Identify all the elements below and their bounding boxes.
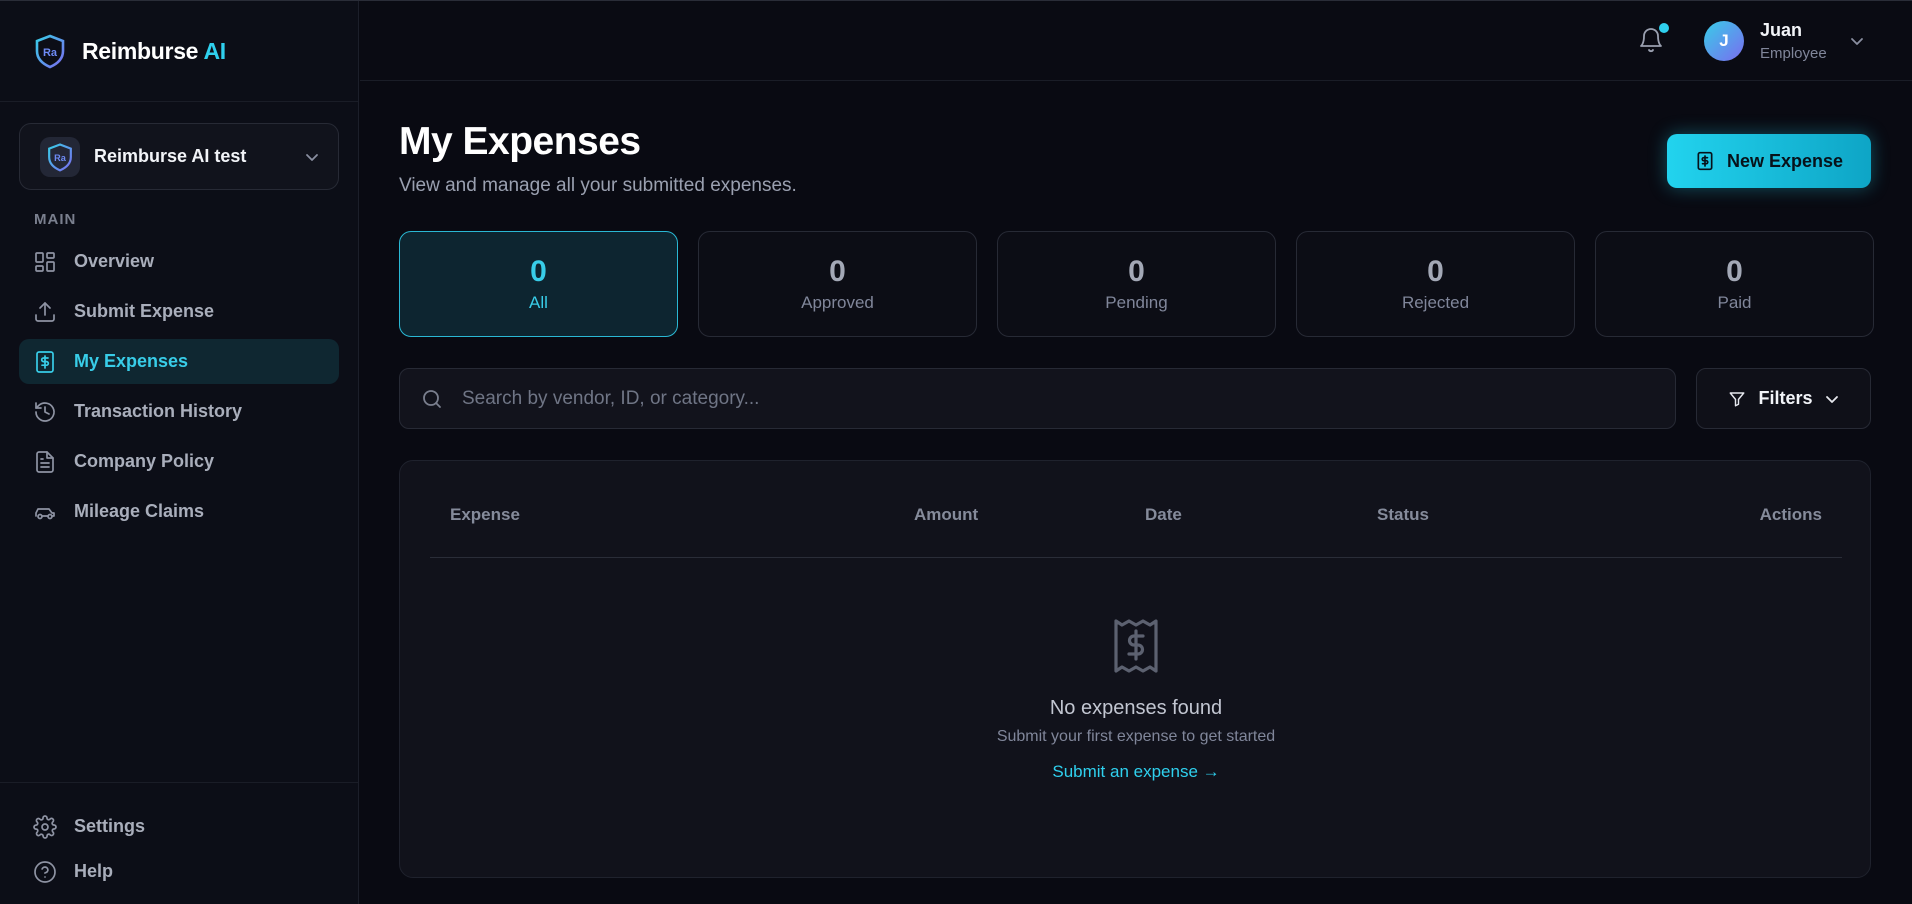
sidebar-item-label: Help bbox=[74, 861, 114, 881]
stat-label: Pending bbox=[1105, 293, 1168, 312]
chevron-down-icon[interactable] bbox=[1850, 34, 1864, 48]
sidebar-item-help[interactable]: Help bbox=[19, 849, 339, 894]
sidebar-item-label: Mileage Claims bbox=[74, 501, 205, 521]
main-nav: Overview Submit Expense My Expenses Tran… bbox=[19, 239, 339, 539]
column-header-date[interactable]: Date bbox=[1145, 505, 1182, 525]
car-icon bbox=[33, 500, 57, 524]
sidebar: Ra Reimburse AI Ra Reimburse AI test MAI… bbox=[0, 1, 359, 904]
chevron-down-icon bbox=[306, 153, 318, 161]
stat-label: Rejected bbox=[1401, 293, 1470, 312]
avatar[interactable]: J bbox=[1704, 21, 1744, 61]
search-input[interactable] bbox=[462, 387, 1675, 410]
stat-count: 0 bbox=[1726, 255, 1743, 288]
column-header-status[interactable]: Status bbox=[1377, 505, 1429, 525]
page-subtitle: View and manage all your submitted expen… bbox=[399, 175, 797, 196]
new-expense-label: New Expense bbox=[1726, 150, 1844, 171]
stat-label: All bbox=[529, 293, 548, 312]
dollar-receipt-icon bbox=[1695, 151, 1715, 171]
stat-count: 0 bbox=[1128, 255, 1145, 288]
sidebar-item-label: Submit Expense bbox=[74, 301, 215, 321]
user-name[interactable]: Juan bbox=[1760, 20, 1802, 41]
dollar-receipt-icon bbox=[33, 350, 57, 374]
submit-expense-link[interactable]: Submit an expense → bbox=[1052, 762, 1219, 782]
sidebar-item-label: Transaction History bbox=[74, 401, 243, 421]
sidebar-item-mileage-claims[interactable]: Mileage Claims bbox=[19, 489, 339, 534]
sidebar-item-settings[interactable]: Settings bbox=[19, 804, 339, 849]
nav-section-label: MAIN bbox=[34, 211, 77, 228]
column-header-actions: Actions bbox=[1759, 505, 1822, 524]
sidebar-item-overview[interactable]: Overview bbox=[19, 239, 339, 284]
grid-icon bbox=[33, 250, 57, 274]
sidebar-item-submit-expense[interactable]: Submit Expense bbox=[19, 289, 339, 334]
empty-title: No expenses found bbox=[1049, 697, 1223, 719]
column-header-amount[interactable]: Amount bbox=[914, 505, 978, 525]
receipt-icon bbox=[400, 617, 1872, 675]
filter-icon bbox=[1730, 391, 1745, 406]
user-role: Employee bbox=[1760, 45, 1827, 62]
stat-count: 0 bbox=[1427, 255, 1444, 288]
sidebar-item-company-policy[interactable]: Company Policy bbox=[19, 439, 339, 484]
brand-name: Reimburse AI bbox=[82, 37, 226, 64]
empty-subtitle: Submit your first expense to get started bbox=[996, 728, 1276, 745]
tab-pending[interactable]: 0 Pending bbox=[997, 231, 1276, 337]
svg-text:Ra: Ra bbox=[43, 47, 58, 59]
column-header-expense[interactable]: Expense bbox=[450, 505, 520, 525]
search-bar[interactable] bbox=[399, 368, 1676, 429]
notification-dot bbox=[1659, 23, 1669, 33]
brand[interactable]: Ra Reimburse AI bbox=[0, 1, 358, 102]
expenses-table: Expense Amount Date Status Actions No ex… bbox=[399, 460, 1871, 878]
top-header: J Juan Employee bbox=[360, 1, 1912, 81]
sidebar-item-label: Company Policy bbox=[74, 451, 215, 471]
tab-paid[interactable]: 0 Paid bbox=[1595, 231, 1874, 337]
org-name: Reimburse AI test bbox=[94, 146, 247, 166]
document-icon bbox=[33, 450, 57, 474]
sidebar-footer: Settings Help bbox=[0, 782, 358, 904]
sidebar-item-transaction-history[interactable]: Transaction History bbox=[19, 389, 339, 434]
sidebar-item-label: Settings bbox=[74, 816, 146, 836]
gear-icon bbox=[33, 814, 57, 839]
help-circle-icon bbox=[33, 860, 57, 884]
org-switcher[interactable]: Ra Reimburse AI test bbox=[19, 123, 339, 190]
sidebar-item-label: Overview bbox=[74, 251, 155, 271]
stat-label: Paid bbox=[1717, 293, 1752, 312]
table-header: Expense Amount Date Status Actions bbox=[430, 505, 1842, 558]
history-icon bbox=[33, 400, 57, 424]
stat-label: Approved bbox=[801, 293, 874, 312]
stat-count: 0 bbox=[829, 255, 846, 288]
new-expense-button[interactable]: New Expense bbox=[1667, 134, 1871, 188]
org-avatar: Ra bbox=[40, 136, 80, 177]
search-icon bbox=[420, 387, 444, 411]
filters-label: Filters bbox=[1758, 388, 1813, 408]
sidebar-item-label: My Expenses bbox=[74, 351, 189, 371]
svg-text:Ra: Ra bbox=[54, 153, 67, 163]
tab-all[interactable]: 0 All bbox=[399, 231, 678, 337]
upload-icon bbox=[33, 300, 57, 324]
filters-button[interactable]: Filters bbox=[1696, 368, 1871, 429]
tab-rejected[interactable]: 0 Rejected bbox=[1296, 231, 1575, 337]
shield-logo-icon: Ra bbox=[48, 142, 72, 172]
chevron-down-icon bbox=[1825, 395, 1838, 403]
sidebar-item-my-expenses[interactable]: My Expenses bbox=[19, 339, 339, 384]
stat-count: 0 bbox=[530, 255, 547, 288]
page-title: My Expenses bbox=[399, 120, 641, 163]
empty-state: No expenses found Submit your first expe… bbox=[400, 617, 1872, 782]
tab-approved[interactable]: 0 Approved bbox=[698, 231, 977, 337]
shield-logo-icon: Ra bbox=[35, 34, 65, 69]
